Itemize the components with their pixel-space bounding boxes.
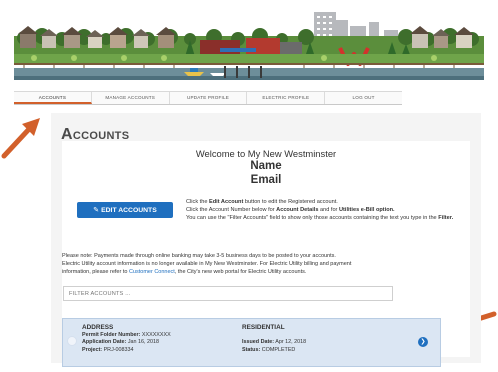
instructions-text: Click the Edit Account button to edit th… [186,198,468,222]
edit-accounts-button[interactable]: ✎ EDIT ACCOUNTS [77,202,173,218]
account-address: ADDRESS [82,324,114,331]
skyline-illustration [14,0,484,88]
instr-text: You can use the "Filter Accounts" field … [186,215,439,221]
instr-bold: Utilities e-Bill option. [338,207,395,213]
welcome-message: Welcome to My New Westminster [195,148,337,159]
app-date-label: Application Date: [82,339,127,346]
project-value: PRJ-008334 [103,346,134,353]
welcome-card: Welcome to My New Westminster Name Email… [62,141,470,367]
account-details-right: RESIDENTIAL Issued Date: Apr 12, 2018 St… [242,323,306,354]
account-type: RESIDENTIAL [242,324,285,331]
instr-bold: Account Details [276,207,319,213]
annotation-arrow-nav-icon [1,118,40,159]
tab-log-out[interactable]: LOG OUT [325,92,402,104]
tab-electric-profile[interactable]: ELECTRIC PROFILE [247,92,326,104]
instr-text: and for [318,207,339,213]
account-details-left: ADDRESS Permit Folder Number: XXXXXXXX A… [82,323,171,354]
status-value: COMPLETED [261,346,296,353]
city-banner [14,0,484,88]
app-date-value: Jan 16, 2018 [127,339,160,346]
issued-value: Apr 12, 2018 [275,339,307,346]
tab-update-profile[interactable]: UPDATE PROFILE [170,92,248,104]
permit-label: Permit Folder Number: [82,332,141,338]
tab-manage-accounts[interactable]: MANAGE ACCOUNTS [92,92,170,104]
pencil-icon: ✎ [93,207,100,214]
permit-value: XXXXXXXX [141,332,171,338]
filter-accounts-input[interactable] [63,286,393,301]
instr-text: button to edit the Registered account. [243,199,338,205]
accounts-panel: Accounts Welcome to My New Westminster N… [51,113,481,367]
chevron-right-icon[interactable]: ❯ [418,337,428,347]
tab-accounts[interactable]: ACCOUNTS [14,92,92,104]
note-line: Please note: Payments made through onlin… [62,253,336,259]
note-text: information, please refer to [62,269,129,275]
instr-text: Click the Account Number below for [186,207,277,213]
instr-text: Click the [186,199,210,205]
note-line: Electric Utility account information is … [62,261,352,267]
issued-label: Issued Date: [242,339,275,346]
account-card[interactable]: ADDRESS Permit Folder Number: XXXXXXXX A… [62,318,441,367]
instr-bold: Edit Account [209,199,244,205]
edit-accounts-label: EDIT ACCOUNTS [101,206,157,214]
instr-bold: Filter. [438,215,454,221]
project-label: Project: [82,346,103,353]
user-name: Name [250,160,282,172]
notes-text: Please note: Payments made through onlin… [62,252,470,276]
customer-connect-link[interactable]: Customer Connect [129,269,175,275]
card-marker-icon [67,336,77,346]
note-text: , the City's new web portal for Electric… [174,269,307,275]
main-nav: ACCOUNTS MANAGE ACCOUNTS UPDATE PROFILE … [14,91,402,105]
user-email: Email [250,174,282,186]
status-label: Status: [242,346,261,353]
